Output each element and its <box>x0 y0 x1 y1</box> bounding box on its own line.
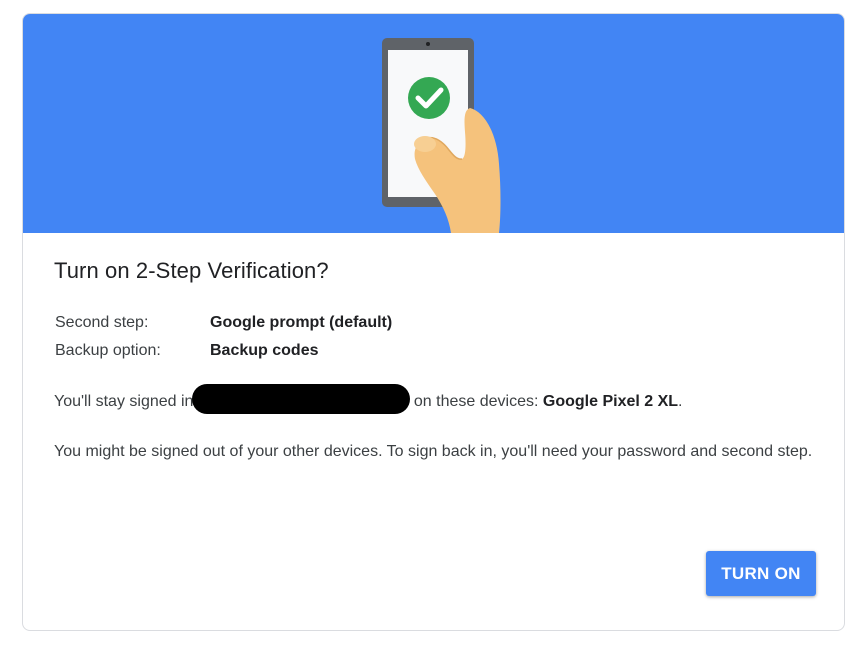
turn-on-2sv-dialog: Turn on 2-Step Verification? Second step… <box>22 13 845 631</box>
dialog-title: Turn on 2-Step Verification? <box>54 258 329 283</box>
second-step-label: Second step: <box>55 314 149 331</box>
backup-option-value: Backup codes <box>210 342 319 359</box>
device-period: . <box>678 393 683 410</box>
backup-option-row: Backup option: Backup codes <box>55 340 392 368</box>
turn-on-button[interactable]: TURN ON <box>706 551 816 596</box>
verification-settings: Second step: Google prompt (default) Bac… <box>55 312 392 368</box>
phone-camera <box>426 42 430 46</box>
signed-in-devices-text: You'll stay signed in on these devices: … <box>54 383 814 414</box>
redacted-email <box>191 383 410 414</box>
backup-option-label: Backup option: <box>55 342 161 359</box>
second-step-value: Google prompt (default) <box>210 314 393 331</box>
device-name: Google Pixel 2 XL <box>542 393 679 410</box>
check-icon <box>408 77 450 119</box>
signed-in-prefix: You'll stay signed in <box>54 393 194 410</box>
signout-warning-text: You might be signed out of your other de… <box>54 443 813 460</box>
phone-in-hand-illustration <box>382 38 501 233</box>
signed-in-suffix: on these devices: <box>413 393 539 410</box>
hero-banner <box>23 14 844 233</box>
second-step-row: Second step: Google prompt (default) <box>55 312 392 340</box>
